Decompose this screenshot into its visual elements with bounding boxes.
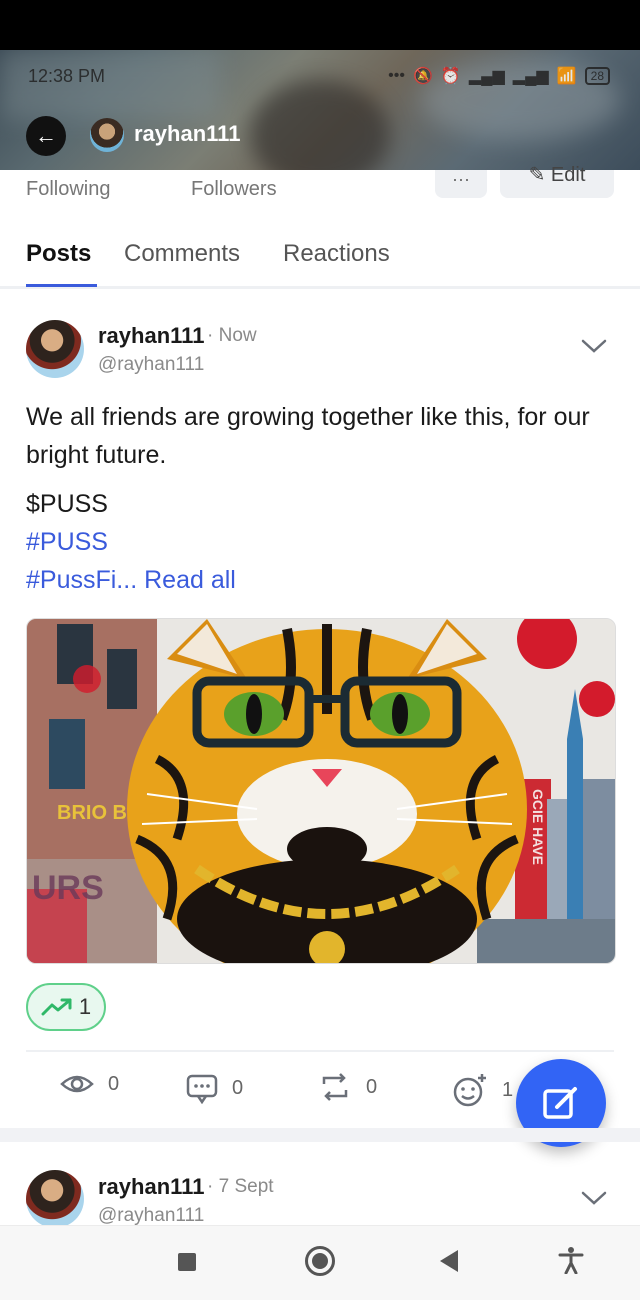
following-label[interactable]: Following [26,178,110,201]
eye-icon [60,1075,94,1093]
top-bar [0,0,640,50]
post-handle-2[interactable]: @rayhan111 [98,1205,204,1227]
tab-active-indicator [26,284,97,287]
post-hashtag-truncated: #PussFi... Read all [26,566,236,595]
status-icons: ••• 🔕 ⏰ ▂▄▆ ▂▄▆ 📶 28 [388,66,610,86]
accessibility-icon[interactable] [558,1246,584,1281]
trending-up-icon [41,998,72,1016]
home-icon[interactable] [305,1246,335,1276]
compose-icon [543,1087,577,1119]
more-options-button[interactable]: ··· [435,170,487,198]
signal-icon-2: ▂▄▆ [512,68,549,85]
battery-icon: 28 [584,67,610,85]
views-action[interactable]: 0 [60,1072,119,1096]
post-image[interactable]: BRIO BIME URS GCIE HAVE [26,618,616,964]
alarm-icon: ⏰ [440,68,461,85]
signal-icon: ▂▄▆ [468,68,505,85]
comment-icon [186,1074,218,1104]
followers-label[interactable]: Followers [191,178,277,201]
post-separator [0,1128,640,1142]
post-author-2[interactable]: rayhan111 [98,1174,204,1200]
mute-bell-icon: 🔕 [412,68,433,85]
action-divider [26,1050,614,1052]
header-username: rayhan111 [134,121,241,146]
chevron-down-icon[interactable] [580,336,608,362]
repost-action[interactable]: 0 [318,1072,377,1102]
back-button[interactable]: ← [26,116,66,156]
read-all-link[interactable]: Read all [144,566,236,594]
more-dots-icon: ••• [388,67,405,84]
tab-posts[interactable]: Posts [26,240,91,268]
post-cashtag[interactable]: $PUSS [26,490,108,519]
arrow-left-icon: ← [35,123,57,148]
tab-reactions[interactable]: Reactions [283,240,390,268]
recents-icon[interactable] [178,1253,196,1271]
sign-text: GCIE HAVE [530,789,546,865]
reactions-count: 1 [502,1078,514,1101]
post-avatar-2[interactable] [26,1170,84,1228]
post-time: · Now [207,325,257,346]
repost-icon [322,1073,348,1101]
post-handle[interactable]: @rayhan111 [98,354,204,376]
comments-count: 0 [232,1076,244,1099]
status-time: 12:38 PM [28,66,106,86]
post-time-2: · 7 Sept [207,1176,274,1197]
post-avatar[interactable] [26,320,84,378]
edit-profile-button[interactable]: ✎ Edit [500,165,614,198]
views-count: 0 [108,1072,120,1095]
reaction-action[interactable]: 1 [452,1072,513,1108]
tab-comments[interactable]: Comments [124,240,240,268]
header-avatar [90,118,124,152]
hashtag-text[interactable]: #PussFi... [26,566,137,594]
trend-count: 1 [78,994,92,1019]
graffiti-text-2: URS [32,869,104,907]
chevron-down-icon[interactable] [580,1188,608,1214]
post-hashtag[interactable]: #PUSS [26,528,108,557]
edit-label: Edit [550,164,586,186]
post-text: We all friends are growing together like… [26,403,590,469]
trend-badge[interactable]: 1 [26,983,106,1031]
back-triangle-icon[interactable] [440,1250,458,1272]
comment-action[interactable]: 0 [186,1072,243,1104]
post-author[interactable]: rayhan111 [98,323,204,349]
reposts-count: 0 [366,1075,378,1098]
add-reaction-icon [453,1074,486,1107]
pencil-icon: ✎ [528,164,546,186]
wifi-icon: 📶 [556,68,577,85]
